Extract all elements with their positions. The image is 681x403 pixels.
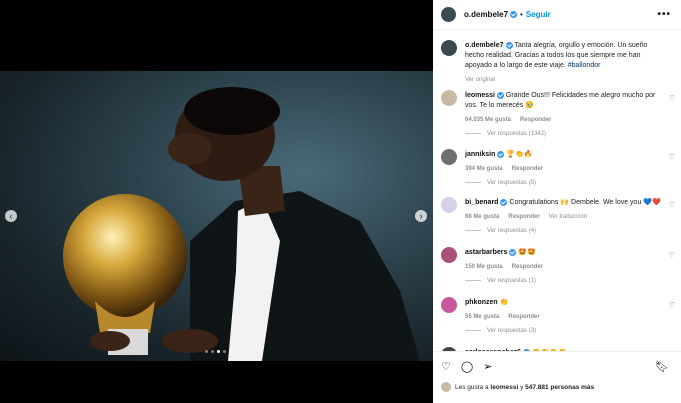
comment-like-heart-icon[interactable]: ♡ (669, 251, 675, 259)
action-bar: ♡ ◯ ➢ (441, 360, 492, 373)
see-original-link[interactable]: Ver original (465, 77, 495, 83)
post-actions-footer: ♡ ◯ ➢ 🔖︎ Les gusta a leomessi y 547.881 … (433, 351, 681, 403)
carousel-dot (223, 350, 226, 353)
comment-item: leomessi Grande Ous!!! Felicidades me al… (441, 90, 677, 150)
comment-like-heart-icon[interactable]: ♡ (669, 94, 675, 102)
more-options-icon[interactable]: ••• (657, 9, 671, 20)
share-icon[interactable]: ➢ (483, 360, 492, 373)
reply-button[interactable]: Responder (508, 214, 539, 220)
caption-username[interactable]: o.dembele7 (465, 42, 504, 49)
author-avatar[interactable] (441, 7, 456, 22)
heart-icon[interactable]: ♡ (441, 360, 451, 373)
view-replies-link[interactable]: Ver respuestas (4) (465, 228, 536, 234)
comment-like-heart-icon[interactable]: ♡ (669, 153, 675, 161)
carousel-dot (205, 350, 208, 353)
view-replies-link[interactable]: Ver respuestas (1342) (465, 131, 546, 137)
comment-likes[interactable]: 64.035 Me gusta (465, 117, 511, 123)
comment-likes[interactable]: 68 Me gusta (465, 214, 499, 220)
verified-badge-icon (509, 248, 517, 256)
caption: o.dembele7 Tanta alegría, orgullo y emoc… (441, 40, 677, 90)
reply-button[interactable]: Responder (512, 166, 543, 172)
post-header: o.dembele7 • Seguir ••• (433, 0, 681, 30)
comment-item: bi_benard Congratulations 🙌 Dembele. We … (441, 197, 677, 242)
comments-list[interactable]: o.dembele7 Tanta alegría, orgullo y emoc… (433, 31, 681, 351)
hashtag-link[interactable]: #ballondor (568, 62, 601, 69)
likes-summary: Les gusta a leomessi y 547.881 personas … (441, 382, 594, 392)
comment-like-heart-icon[interactable]: ♡ (669, 201, 675, 209)
likes-user[interactable]: leomessi (490, 384, 518, 391)
commenter-username[interactable]: astarbarbers (465, 249, 507, 256)
view-replies-link[interactable]: Ver respuestas (5) (465, 180, 536, 186)
carousel-indicator (205, 350, 226, 353)
follow-button[interactable]: Seguir (526, 10, 551, 19)
instagram-post-viewer: ‹ › o.dembele7 • Seguir ••• o.dembele7 T… (0, 0, 681, 403)
separator: • (520, 10, 523, 19)
commenter-avatar[interactable] (441, 197, 457, 213)
comment-icon[interactable]: ◯ (461, 360, 473, 373)
commenter-avatar[interactable] (441, 247, 457, 263)
commenter-avatar[interactable] (441, 297, 457, 313)
liker-avatar[interactable] (441, 382, 451, 392)
comment-text: 🏆👏🔥 (506, 151, 533, 158)
likes-mid: y (520, 383, 524, 391)
carousel-dot-active (217, 350, 220, 353)
commenter-avatar[interactable] (441, 149, 457, 165)
post-sidebar: o.dembele7 • Seguir ••• o.dembele7 Tanta… (433, 0, 681, 403)
comment-text: Congratulations 🙌 Dembele. We love you 💙… (509, 199, 661, 206)
likes-prefix: Les gusta a (455, 383, 489, 391)
comment-likes[interactable]: 150 Me gusta (465, 264, 503, 270)
commenter-username[interactable]: leomessi (465, 92, 495, 99)
reply-button[interactable]: Responder (520, 117, 551, 123)
likes-count[interactable]: 547.881 personas más (525, 384, 594, 391)
comment-item: janniksin 🏆👏🔥 394 Me gusta Responder ♡ Ve… (441, 149, 677, 194)
commenter-avatar[interactable] (441, 90, 457, 106)
post-photo (0, 71, 433, 361)
author-username[interactable]: o.dembele7 (464, 10, 508, 19)
comment-text: 🤩🤩 (518, 249, 536, 256)
commenter-username[interactable]: bi_benard (465, 199, 498, 206)
reply-button[interactable]: Responder (512, 264, 543, 270)
comment-text: 👏 (499, 299, 509, 306)
verified-badge-icon (500, 198, 508, 206)
verified-badge-icon (505, 41, 513, 49)
photo-illustration (63, 87, 420, 361)
commenter-username[interactable]: phkonzen (465, 299, 498, 306)
author-avatar[interactable] (441, 40, 457, 56)
comment-likes[interactable]: 394 Me gusta (465, 166, 503, 172)
media-panel: ‹ › (0, 0, 433, 403)
verified-badge-icon (497, 150, 505, 158)
reply-button[interactable]: Responder (508, 314, 539, 320)
comment-likes[interactable]: 55 Me gusta (465, 314, 499, 320)
carousel-dot (211, 350, 214, 353)
view-replies-link[interactable]: Ver respuestas (1) (465, 278, 536, 284)
bookmark-icon[interactable]: 🔖︎ (655, 360, 669, 373)
comment-item: astarbarbers 🤩🤩 150 Me gusta Responder ♡ … (441, 247, 677, 292)
previous-image-button[interactable]: ‹ (5, 210, 17, 222)
view-replies-link[interactable]: Ver respuestas (3) (465, 328, 536, 334)
verified-badge-icon (496, 91, 504, 99)
verified-badge-icon (510, 11, 518, 18)
next-image-button[interactable]: › (415, 210, 427, 222)
comment-item: phkonzen 👏 55 Me gusta Responder ♡ Ver re… (441, 297, 677, 342)
commenter-username[interactable]: janniksin (465, 151, 495, 158)
comment-like-heart-icon[interactable]: ♡ (669, 301, 675, 309)
translate-link[interactable]: Ver traducción (549, 214, 587, 220)
